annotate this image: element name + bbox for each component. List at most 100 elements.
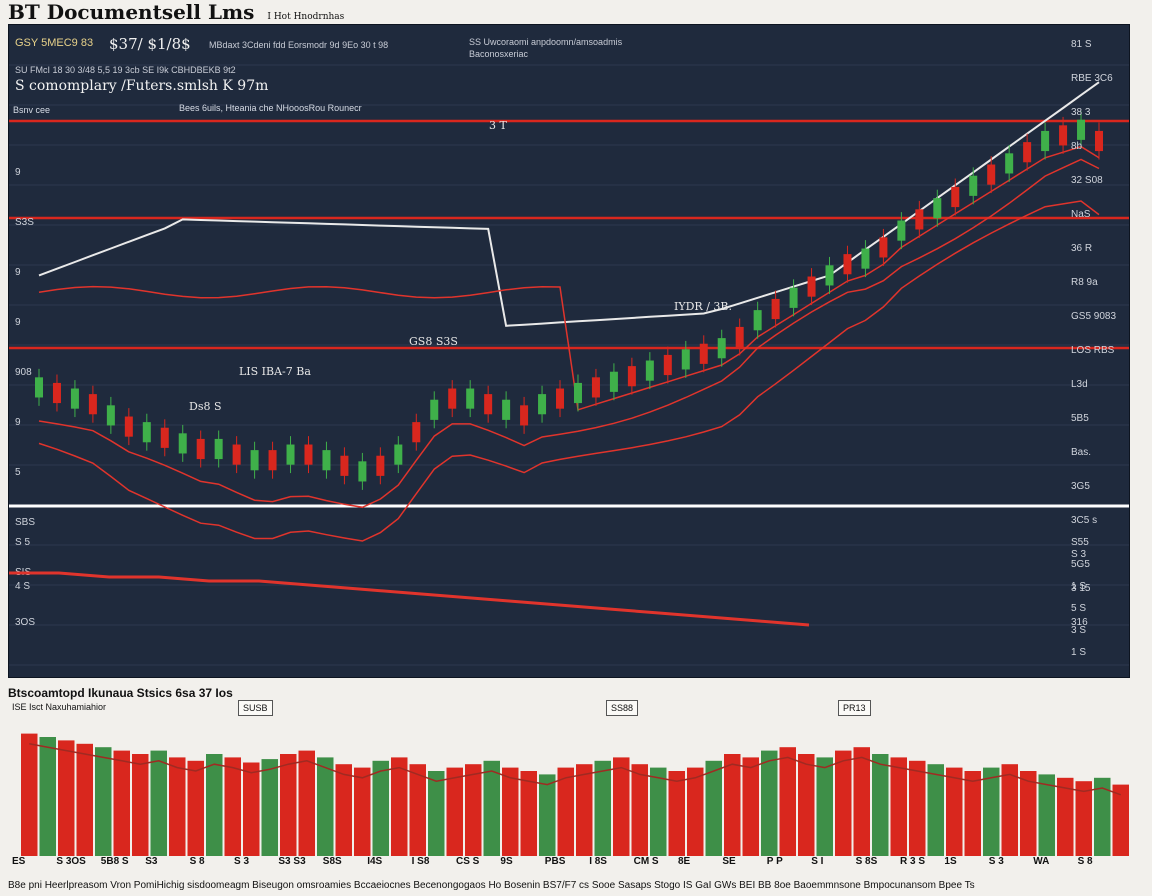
y-tick-label-right: RBE 3C6	[1071, 73, 1113, 84]
volume-section: Btscoamtopd Ikunaua Stsics 6sa 37 Ios IS…	[8, 684, 1130, 896]
legend-item-2[interactable]: SS88	[606, 700, 639, 716]
volume-bar	[1075, 781, 1092, 856]
candle-body	[466, 388, 475, 409]
candle-body	[573, 382, 582, 404]
candle-body	[1041, 130, 1050, 152]
volume-bar	[465, 764, 482, 856]
volume-bar	[58, 740, 75, 856]
volume-bar	[687, 767, 704, 856]
volume-chart-svg[interactable]	[8, 720, 1130, 856]
y-tick-label-left: 9	[15, 167, 21, 178]
volume-bar	[372, 760, 389, 856]
y-tick-label-left: 5	[15, 467, 21, 478]
sub-y-tick-label-left: S 5	[15, 537, 30, 548]
candle-body	[340, 455, 349, 476]
y-tick-label-right: R8 9a	[1071, 277, 1098, 288]
candle-body	[591, 377, 600, 398]
x-tick-label: S I	[811, 856, 824, 867]
header-line-2: SU FMcI 18 30 3/48 5,5 19 3cb SE I9k CBH…	[15, 65, 236, 75]
volume-bar	[428, 771, 445, 856]
x-tick-label: 1S	[944, 856, 957, 867]
x-tick-label: PBS	[544, 856, 566, 867]
volume-bar	[594, 760, 611, 856]
candle-body	[915, 209, 924, 230]
sub-y-tick-label: 1 S	[1071, 581, 1086, 592]
candle-body	[717, 338, 726, 359]
legend-item-3[interactable]: PR13	[838, 700, 871, 716]
candle-body	[843, 254, 852, 275]
x-tick-label: S 8	[189, 856, 205, 867]
candle-body	[609, 371, 618, 392]
sub-panel-line	[9, 571, 810, 627]
y-tick-label-left: S3S	[15, 217, 34, 228]
legend-item-1[interactable]: SUSB	[238, 700, 273, 716]
candle-body	[124, 416, 133, 437]
volume-bar	[983, 767, 1000, 856]
y-tick-label-right: NaS	[1071, 209, 1091, 220]
volume-bar	[132, 754, 149, 856]
x-tick-label: S 8S	[855, 856, 878, 867]
y-tick-label-right: LOS RBS	[1071, 345, 1115, 356]
x-tick-label: R 3 S	[900, 856, 926, 867]
sub-y-tick-label-left: 4 S	[15, 581, 30, 592]
candle-body	[969, 175, 978, 196]
y-tick-label-left: 3OS	[15, 617, 35, 628]
candle-body	[412, 422, 421, 443]
volume-bar	[613, 757, 630, 856]
candle-body	[196, 438, 205, 460]
volume-bar	[224, 757, 241, 856]
candle-body	[430, 399, 439, 420]
candle-body	[825, 265, 834, 286]
red-moving-average-3	[38, 145, 1100, 411]
volume-bar	[261, 759, 278, 856]
header-right-info-2: Baconosxeriac	[469, 49, 529, 59]
x-tick-label: S8S	[322, 856, 342, 867]
candle-body	[178, 433, 187, 454]
chart-annotation: Ds8 S	[189, 400, 222, 413]
candle-body	[771, 298, 780, 320]
volume-bar	[1020, 771, 1037, 856]
candle-body	[376, 455, 385, 476]
y-tick-label-right: 36 R	[1071, 243, 1092, 254]
x-tick-label: CS S	[456, 856, 480, 867]
price-readout: $37/ $1/8$	[109, 35, 191, 53]
volume-bar	[705, 760, 722, 856]
header-info: MBdaxt 3Cdeni fdd Eorsmodr 9d 9Eo 30 t 9…	[209, 40, 389, 50]
candle-body	[250, 450, 259, 471]
volume-bar	[446, 767, 463, 856]
volume-bar	[631, 764, 648, 856]
candle-body	[897, 220, 906, 241]
candle-body	[807, 276, 816, 297]
volume-bar	[483, 760, 500, 856]
x-tick-label: I4S	[367, 856, 383, 867]
sub-label-left: Bsnv cee	[13, 105, 51, 115]
sub-label: Bees 6uils, Hteania che NHooosRou Rounec…	[179, 103, 362, 113]
volume-bar	[557, 767, 574, 856]
y-tick-label-left: 908	[15, 367, 32, 378]
header-right-info: SS Uwcoraomi anpdoomn/amsoadmis	[469, 37, 623, 47]
candle-body	[1095, 130, 1103, 152]
candle-body	[88, 394, 97, 415]
symbol-label: GSY 5MEC9 83	[15, 37, 94, 49]
candle-body	[753, 310, 762, 331]
x-tick-label: SE	[722, 856, 736, 867]
y-tick-label-left: SBS	[15, 517, 35, 528]
y-tick-label-right: 5B5	[1071, 413, 1089, 424]
main-chart-svg[interactable]: 81 S RBE 3C6 38 3 8b 32 S08 NaS 36 R R8 9a GS5 9…	[9, 25, 1130, 678]
candle-body	[484, 394, 493, 415]
volume-bar	[280, 754, 297, 856]
y-tick-label-right: Bas.	[1071, 447, 1091, 458]
candle-body	[933, 198, 942, 219]
volume-bar	[520, 771, 537, 856]
candle-body	[214, 438, 223, 460]
candle-body	[142, 422, 151, 443]
volume-bar	[909, 760, 926, 856]
volume-bar	[1112, 784, 1129, 856]
sub-y-tick-label: S55	[1071, 537, 1089, 548]
chart-annotation: 3 T	[489, 119, 507, 132]
volume-bar	[668, 771, 685, 856]
volume-bar	[1001, 764, 1018, 856]
footer-text: B8e pni Heerlpreasom Vron PomiHichig sis…	[8, 880, 975, 891]
candle-body	[52, 382, 61, 404]
x-tick-label: CM S	[633, 856, 659, 867]
